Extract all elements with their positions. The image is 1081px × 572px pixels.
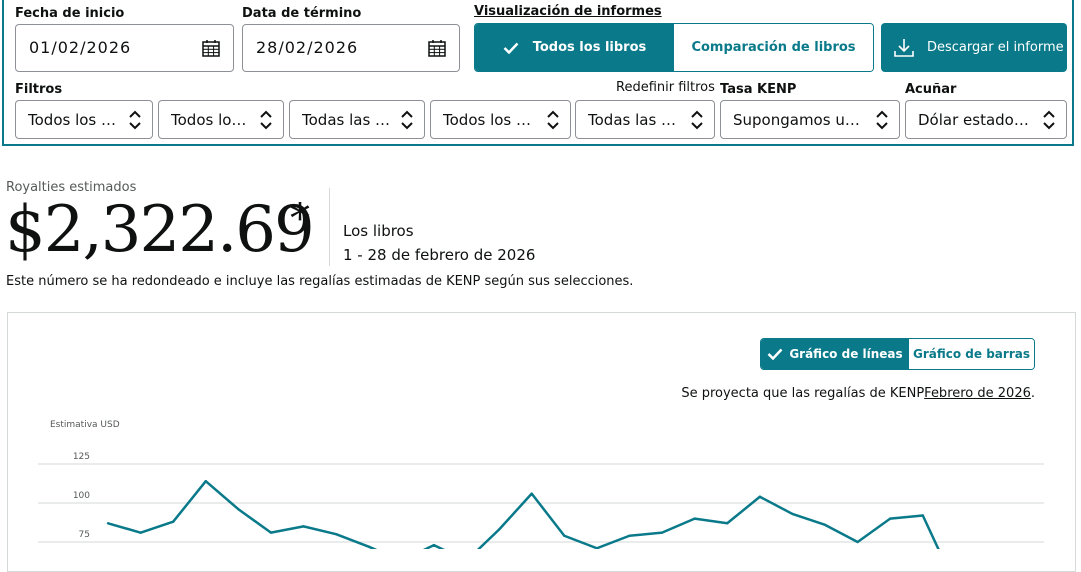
data-point[interactable] xyxy=(497,528,501,531)
data-point[interactable] xyxy=(204,479,207,483)
data-point[interactable] xyxy=(660,531,664,534)
y-tick-label: 75 xyxy=(79,530,90,540)
data-point[interactable] xyxy=(367,545,370,548)
royalties-line-chart: 75 100 125 xyxy=(38,452,1044,549)
data-point[interactable] xyxy=(432,543,436,547)
data-point[interactable] xyxy=(856,540,859,544)
data-point[interactable] xyxy=(628,534,631,537)
data-point[interactable] xyxy=(791,512,794,516)
data-point[interactable] xyxy=(237,508,240,511)
data-point[interactable] xyxy=(758,495,762,498)
royalties-series-line xyxy=(107,479,940,549)
data-point[interactable] xyxy=(563,534,566,537)
data-point[interactable] xyxy=(693,517,696,520)
y-tick-label: 100 xyxy=(73,491,90,501)
data-point[interactable] xyxy=(823,523,827,527)
data-point[interactable] xyxy=(334,533,338,536)
data-point[interactable] xyxy=(530,492,533,495)
data-point[interactable] xyxy=(171,520,175,523)
data-point[interactable] xyxy=(269,531,273,534)
data-point[interactable] xyxy=(889,517,892,520)
data-point[interactable] xyxy=(139,531,142,534)
data-point[interactable] xyxy=(302,525,305,528)
y-tick-label: 125 xyxy=(73,452,90,462)
data-point[interactable] xyxy=(921,514,925,517)
data-point[interactable] xyxy=(106,522,110,525)
data-point[interactable] xyxy=(726,522,729,525)
